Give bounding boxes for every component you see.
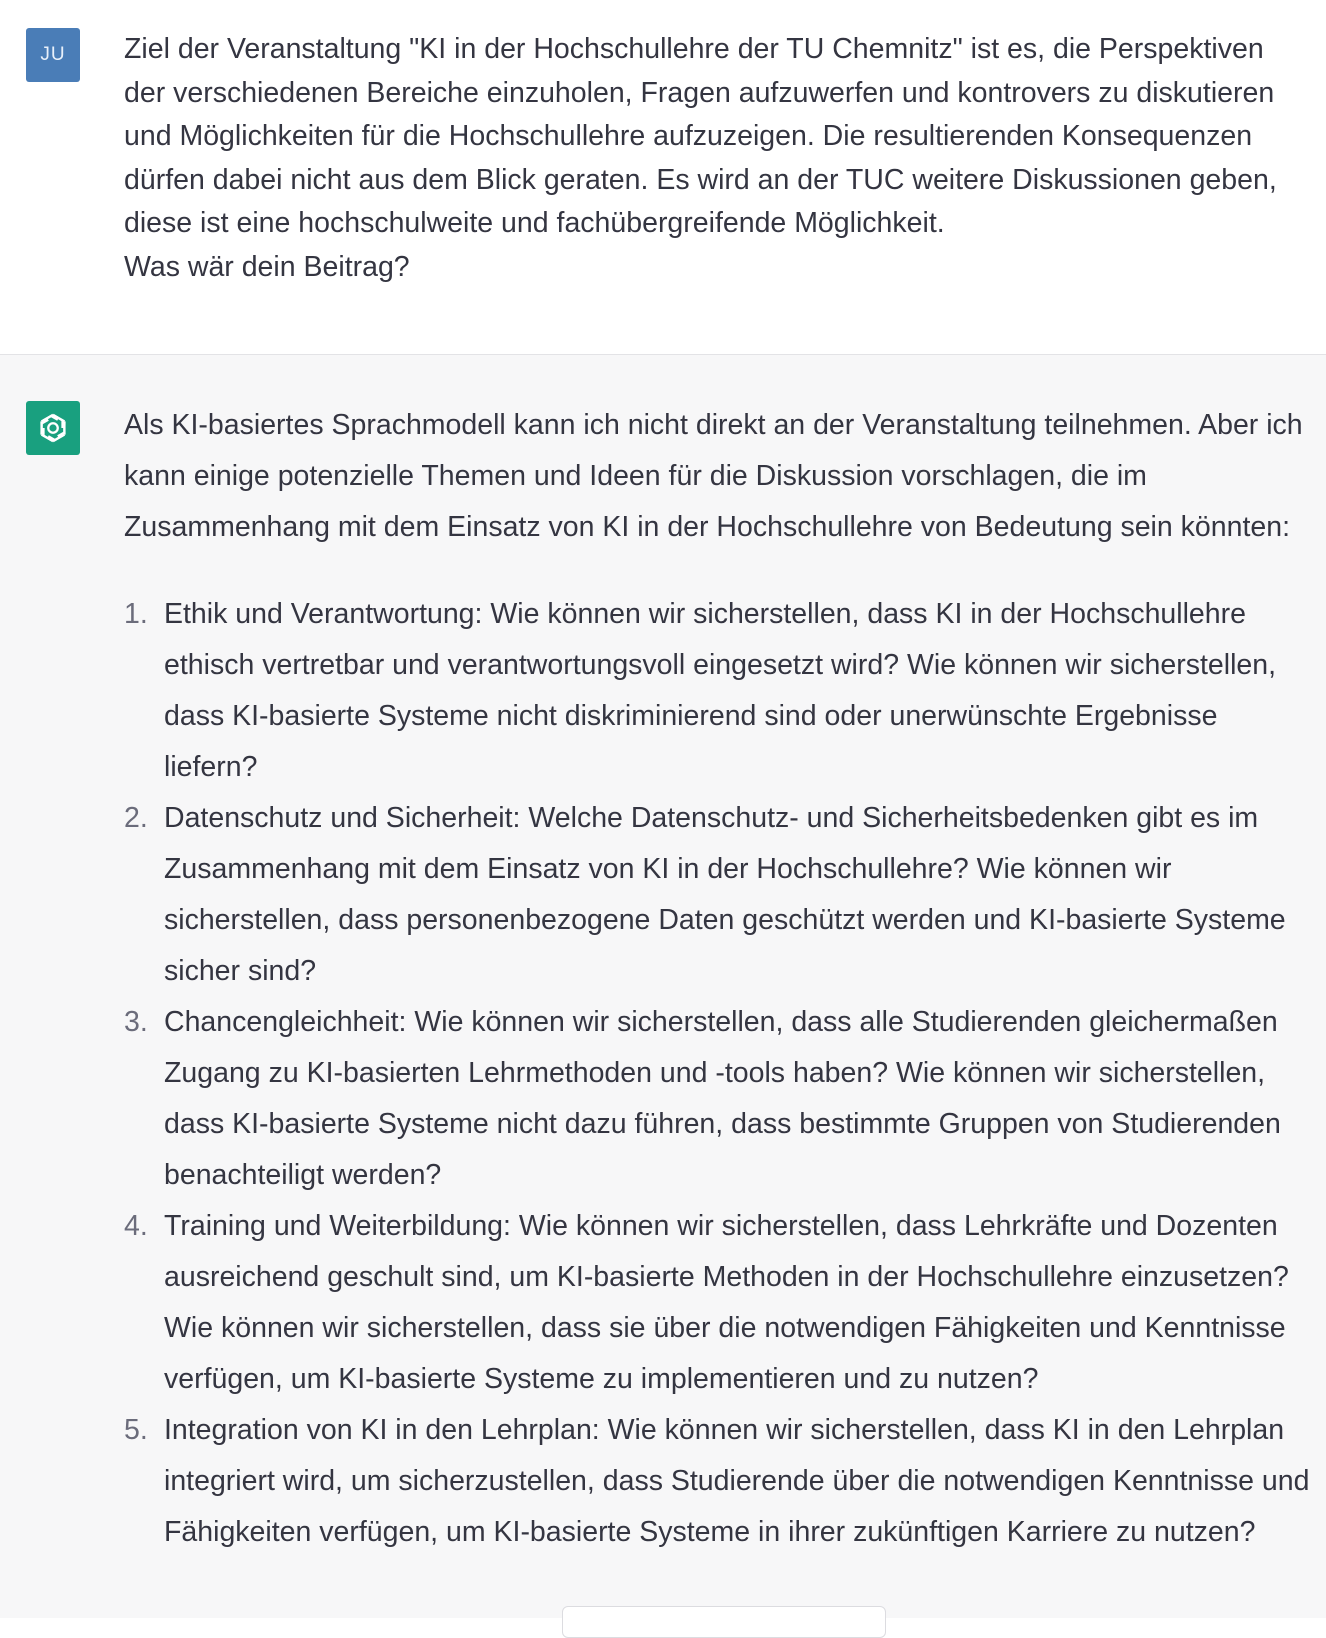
list-item-text: Chancengleichheit: Wie können wir sicher…	[164, 1006, 1281, 1191]
openai-logo-icon	[40, 413, 66, 443]
list-item: 5. Integration von KI in den Lehrplan: W…	[124, 1405, 1314, 1558]
user-message-line: der verschiedenen Bereiche einzuholen, F…	[124, 76, 1275, 109]
user-message-line: dürfen dabei nicht aus dem Blick geraten…	[124, 163, 1277, 196]
user-avatar: JU	[26, 28, 80, 82]
list-item-text: Training und Weiterbildung: Wie können w…	[164, 1210, 1289, 1395]
user-avatar-initials: JU	[40, 44, 66, 65]
list-item-number: 3.	[124, 1006, 148, 1038]
list-item: 4. Training und Weiterbildung: Wie könne…	[124, 1201, 1314, 1405]
list-item-number: 5.	[124, 1414, 148, 1446]
user-message-line: diese ist eine hochschulweite und fachüb…	[124, 207, 945, 240]
list-item-number: 4.	[124, 1210, 148, 1242]
user-message-text: Ziel der Veranstaltung "KI in der Hochsc…	[124, 28, 1304, 290]
list-item-text: Ethik und Verantwortung: Wie können wir …	[164, 598, 1277, 783]
regenerate-button[interactable]	[562, 1606, 886, 1638]
assistant-avatar	[26, 401, 80, 455]
assistant-intro: Als KI-basiertes Sprachmodell kann ich n…	[124, 409, 1303, 543]
user-message-line: Ziel der Veranstaltung "KI in der Hochsc…	[124, 33, 1264, 65]
list-item: 2. Datenschutz und Sicherheit: Welche Da…	[124, 793, 1314, 997]
topic-list: 1. Ethik und Verantwortung: Wie können w…	[124, 589, 1314, 1558]
list-item: 3. Chancengleichheit: Wie können wir sic…	[124, 997, 1314, 1201]
user-message-line: und Möglichkeiten für die Hochschullehre…	[124, 120, 1253, 153]
user-message-row: JU Ziel der Veranstaltung "KI in der Hoc…	[0, 0, 1326, 355]
list-item-text: Datenschutz und Sicherheit: Welche Daten…	[164, 802, 1286, 987]
list-item-number: 2.	[124, 802, 148, 834]
list-item: 1. Ethik und Verantwortung: Wie können w…	[124, 589, 1314, 793]
list-item-text: Integration von KI in den Lehrplan: Wie …	[164, 1414, 1310, 1548]
assistant-message-text: Als KI-basiertes Sprachmodell kann ich n…	[124, 400, 1314, 1558]
user-message-line: Was wär dein Beitrag?	[124, 250, 410, 283]
list-item-number: 1.	[124, 598, 148, 630]
